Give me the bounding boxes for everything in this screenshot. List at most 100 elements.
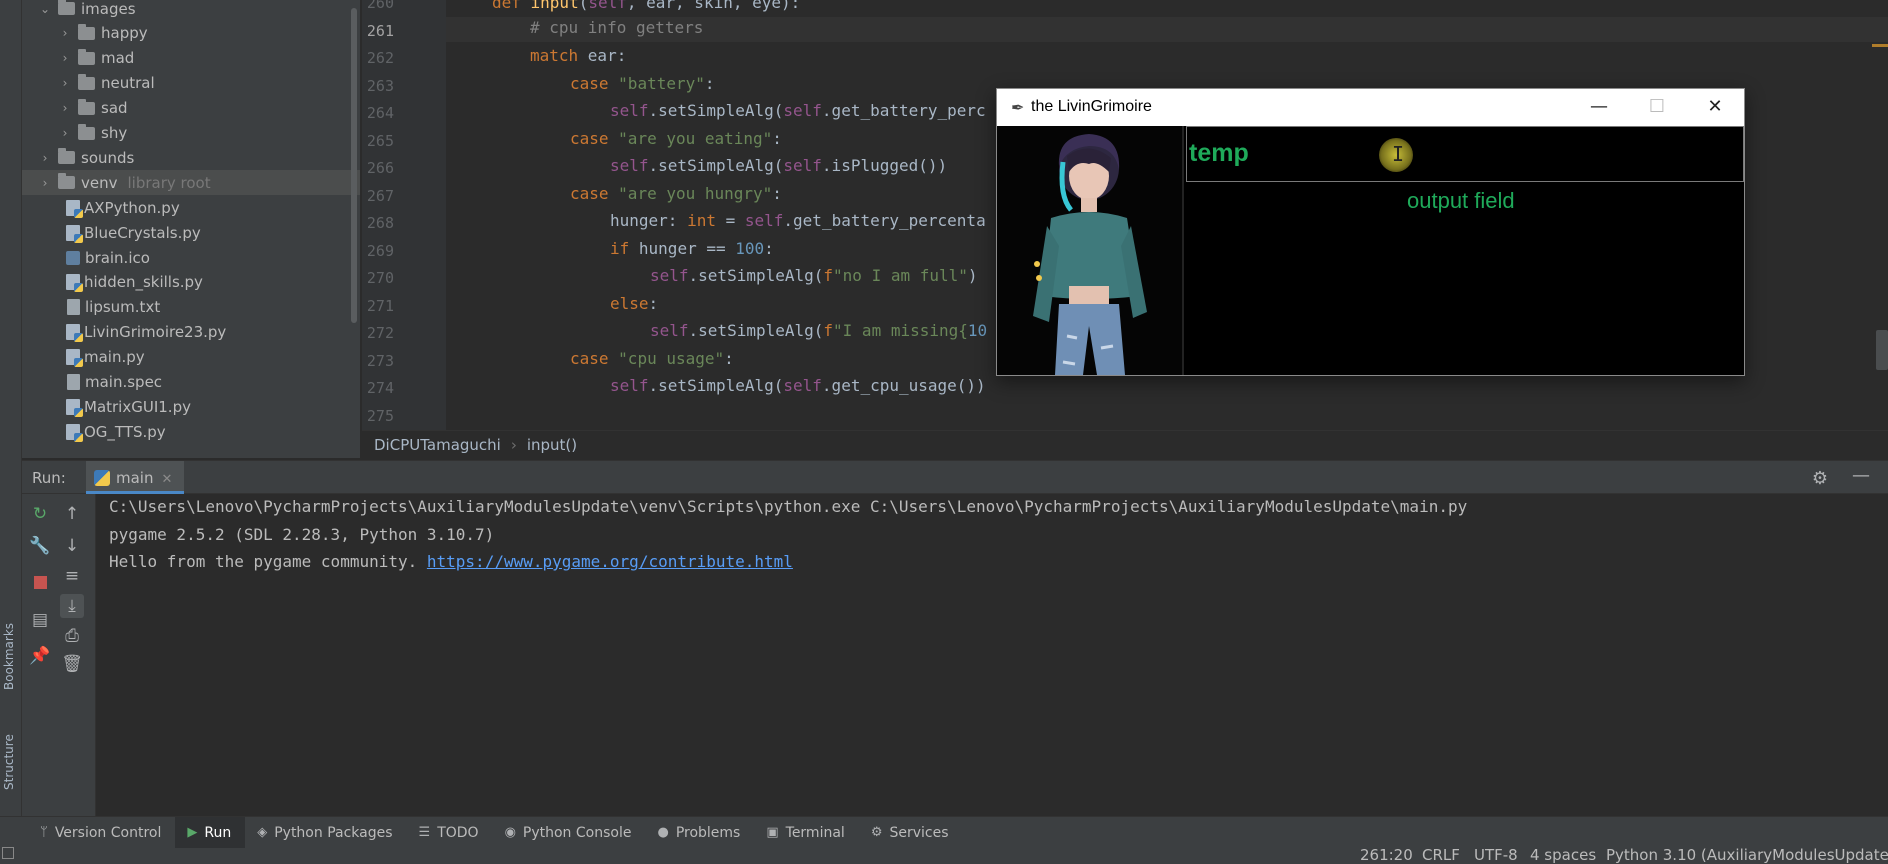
pin-icon[interactable]: 📌: [28, 644, 52, 668]
chevron-right-icon[interactable]: ›: [38, 176, 52, 190]
chevron-right-icon[interactable]: ›: [58, 101, 72, 115]
tool-window-python-packages[interactable]: ◈ Python Packages: [245, 817, 406, 849]
tool-window-version-control[interactable]: ᛘ Version Control: [28, 817, 175, 849]
code-line-271[interactable]: else:: [610, 294, 658, 313]
chevron-right-icon[interactable]: ›: [58, 51, 72, 65]
folder-icon: [78, 48, 95, 65]
tree-scrollbar[interactable]: [351, 8, 357, 323]
chevron-down-icon[interactable]: ⌄: [38, 2, 52, 16]
code-line-265[interactable]: case "are you eating":: [570, 129, 782, 148]
livingrimoire-window[interactable]: ✒ the LivinGrimoire — ☐ ✕ temp I output …: [996, 88, 1745, 376]
console-link[interactable]: https://www.pygame.org/contribute.html: [427, 552, 793, 571]
tree-item[interactable]: AXPython.py: [22, 195, 360, 220]
code-line-268[interactable]: hunger: int = self.get_battery_percenta: [610, 211, 986, 230]
todo-icon: ☰: [418, 825, 431, 840]
code-line-272[interactable]: self.setSimpleAlg(f"I am missing{10: [650, 321, 987, 340]
tool-window-terminal[interactable]: ▣ Terminal: [754, 817, 858, 849]
code-line-262[interactable]: match ear:: [530, 46, 626, 65]
layout-icon[interactable]: ▤: [28, 608, 52, 632]
trash-icon[interactable]: 🗑: [60, 652, 84, 676]
tree-item[interactable]: lipsum.txt: [22, 295, 360, 320]
tree-item[interactable]: hidden_skills.py: [22, 270, 360, 295]
folder-icon: [58, 173, 75, 190]
code-line-269[interactable]: if hunger == 100:: [610, 239, 774, 258]
character-avatar: [997, 126, 1184, 375]
code-line-274[interactable]: self.setSimpleAlg(self.get_cpu_usage()): [610, 376, 986, 395]
scroll-to-end-icon[interactable]: ⤓: [60, 594, 84, 618]
tree-item[interactable]: › shy: [22, 121, 360, 146]
image-file-icon: [66, 250, 80, 265]
tree-item[interactable]: › sounds: [22, 145, 360, 170]
python-interpreter[interactable]: Python 3.10 (AuxiliaryModulesUpdate): [1606, 846, 1888, 864]
python-file-icon: [66, 423, 83, 442]
tree-item[interactable]: › mad: [22, 46, 360, 71]
tree-item[interactable]: › sad: [22, 96, 360, 121]
python-file-icon: [66, 324, 83, 343]
tool-window-run[interactable]: ▶ Run: [175, 816, 246, 849]
down-arrow-icon[interactable]: ↓: [60, 534, 84, 558]
up-arrow-icon[interactable]: ↑: [60, 502, 84, 526]
editor-scrollbar[interactable]: [1876, 330, 1888, 370]
tool-window-services[interactable]: ⚙ Services: [859, 817, 963, 849]
tree-item[interactable]: main.spec: [22, 370, 360, 395]
tool-window-problems[interactable]: ● Problems: [645, 817, 754, 849]
tree-item[interactable]: BlueCrystals.py: [22, 220, 360, 245]
code-line-261[interactable]: # cpu info getters: [530, 18, 703, 37]
tree-item-label: neutral: [101, 74, 155, 93]
tree-item[interactable]: › happy: [22, 21, 360, 46]
chevron-right-icon[interactable]: ›: [58, 76, 72, 90]
maximize-button[interactable]: ☐: [1637, 93, 1677, 121]
line-number: 260: [366, 0, 394, 12]
tree-item-label: images: [81, 0, 136, 18]
caret-position[interactable]: 261:20: [1360, 846, 1413, 864]
console-output[interactable]: C:\Users\Lenovo\PycharmProjects\Auxiliar…: [96, 494, 1888, 816]
close-button[interactable]: ✕: [1695, 93, 1735, 121]
code-line-267[interactable]: case "are you hungry":: [570, 184, 782, 203]
run-tab-main[interactable]: main ✕: [86, 461, 185, 494]
bookmarks-tab[interactable]: Bookmarks: [2, 623, 16, 690]
tree-item[interactable]: › venv library root: [22, 170, 360, 196]
tool-window-label: Terminal: [785, 824, 845, 841]
code-line-270[interactable]: self.setSimpleAlg(f"no I am full"): [650, 266, 978, 285]
line-ending[interactable]: CRLF: [1422, 846, 1460, 864]
tool-window-todo[interactable]: ☰ TODO: [407, 817, 493, 849]
chevron-right-icon[interactable]: ›: [58, 26, 72, 40]
structure-tab[interactable]: Structure: [2, 734, 16, 790]
code-line-263[interactable]: case "battery":: [570, 74, 715, 93]
code-line-260[interactable]: def input(self, ear, skin, eye):: [492, 0, 800, 12]
tool-window-python-console[interactable]: ◉ Python Console: [493, 817, 646, 849]
tree-item[interactable]: ⌄ images: [22, 0, 360, 21]
input-field[interactable]: temp: [1186, 126, 1744, 182]
minimize-button[interactable]: —: [1579, 93, 1619, 121]
layout-toggle-icon[interactable]: [2, 847, 14, 859]
stop-icon[interactable]: [28, 572, 52, 596]
rerun-icon[interactable]: ↻: [28, 502, 52, 526]
tree-item[interactable]: › neutral: [22, 71, 360, 96]
run-toolbar: ↻ ↑ 🔧 ↓ ≡ ⤓ ▤ ⎙ 📌 🗑: [22, 494, 96, 816]
tree-item[interactable]: main.py: [22, 345, 360, 370]
indent-setting[interactable]: 4 spaces: [1530, 846, 1596, 864]
gear-icon[interactable]: ⚙: [1812, 468, 1828, 489]
tree-item-label: BlueCrystals.py: [84, 223, 201, 242]
soft-wrap-icon[interactable]: ≡: [60, 564, 84, 588]
breadcrumb-method[interactable]: input(): [527, 436, 577, 454]
breadcrumb-class[interactable]: DiCPUTamaguchi: [374, 436, 501, 454]
services-icon: ⚙: [870, 825, 883, 840]
console-text: Hello from the pygame community.: [109, 552, 427, 571]
close-icon[interactable]: ✕: [161, 472, 172, 487]
tree-item[interactable]: MatrixGUI1.py: [22, 394, 360, 419]
file-encoding[interactable]: UTF-8: [1474, 846, 1518, 864]
tree-item[interactable]: LivinGrimoire23.py: [22, 320, 360, 345]
wrench-icon[interactable]: 🔧: [28, 534, 52, 558]
code-line-264[interactable]: self.setSimpleAlg(self.get_battery_perc: [610, 101, 986, 120]
chevron-right-icon[interactable]: ›: [58, 126, 72, 140]
tree-item[interactable]: OG_TTS.py: [22, 419, 360, 444]
code-line-266[interactable]: self.setSimpleAlg(self.isPlugged()): [610, 156, 947, 175]
output-field: output field: [1407, 188, 1515, 213]
print-icon[interactable]: ⎙: [60, 624, 84, 648]
tree-item[interactable]: brain.ico: [22, 245, 360, 270]
chevron-right-icon[interactable]: ›: [38, 151, 52, 165]
window-titlebar[interactable]: ✒ the LivinGrimoire — ☐ ✕: [997, 89, 1744, 126]
hide-panel-icon[interactable]: —: [1852, 465, 1870, 486]
code-line-273[interactable]: case "cpu usage":: [570, 349, 734, 368]
